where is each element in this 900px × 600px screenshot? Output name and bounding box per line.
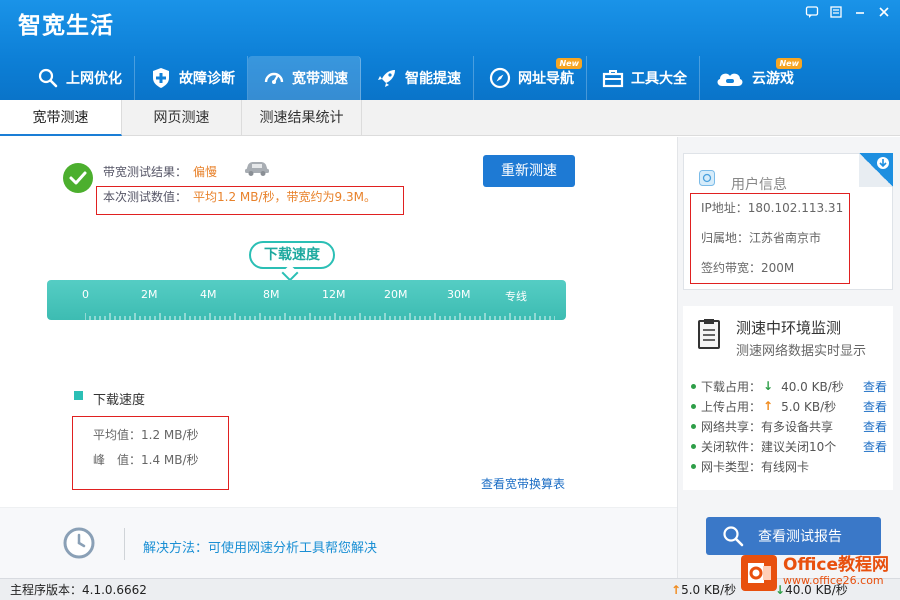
minimize-icon[interactable] [852, 5, 868, 21]
clipboard-icon [697, 318, 721, 350]
status-dot [691, 383, 696, 389]
nav-item-label: 宽带测速 [292, 71, 348, 87]
corner-fold [859, 153, 893, 187]
view-link[interactable]: 查看 [863, 398, 887, 415]
version-text: 主程序版本：4.1.0.6662 [10, 583, 147, 597]
legend-label: 下载速度 [93, 393, 146, 408]
env-row-label: 网络共享：有多设备共享 [701, 419, 834, 434]
nav-item-speedtest[interactable]: 宽带测速 [248, 56, 361, 100]
nav-item-diagnose[interactable]: 故障诊断 [135, 56, 248, 100]
rocket-icon [375, 66, 399, 90]
env-subtitle: 测速网络数据实时显示 [736, 344, 867, 359]
cloud-game-icon [714, 66, 746, 90]
user-info-icon [699, 170, 715, 186]
nav-item-tools[interactable]: 工具大全 [587, 56, 700, 100]
env-row-download: 下载占用： ↓ 40.0 KB/秒 查看 [691, 378, 887, 394]
compass-icon [488, 66, 512, 90]
nav-item-cloudgame[interactable]: 云游戏 New [700, 56, 806, 100]
shield-plus-icon [149, 66, 173, 90]
legend-swatch [74, 391, 83, 400]
car-icon [243, 159, 271, 177]
env-row-value: 5.0 KB/秒 [781, 399, 837, 414]
env-row-value: 40.0 KB/秒 [781, 379, 844, 394]
scale-label: 0 [82, 288, 89, 301]
view-report-label: 查看测试报告 [758, 529, 842, 545]
toolbox-icon [601, 66, 625, 90]
status-dot [691, 463, 696, 469]
download-icon [877, 157, 889, 169]
watermark-url: www.office26.com [783, 574, 884, 587]
result-label: 带宽测试结果： [103, 165, 188, 179]
new-badge: New [556, 58, 582, 69]
nav-item-boost[interactable]: 智能提速 [361, 56, 474, 100]
new-badge: New [776, 58, 802, 69]
nav-item-label: 网址导航 [518, 71, 574, 87]
view-link[interactable]: 查看 [863, 418, 887, 435]
office-logo-icon [741, 555, 777, 591]
search-icon [36, 66, 60, 90]
scale-label: 12M [322, 288, 346, 301]
subtab-strip: 宽带测速 网页测速 测速结果统计 [0, 100, 900, 136]
retest-button[interactable]: 重新测速 [483, 155, 575, 187]
menu-icon[interactable] [828, 5, 844, 21]
env-title: 测速中环境监测 [736, 319, 842, 337]
nav-item-label: 故障诊断 [179, 71, 235, 87]
search-icon [723, 526, 744, 547]
status-dot [691, 423, 696, 429]
nav-item-label: 工具大全 [631, 71, 687, 87]
arrow-up-icon: ↑ [763, 399, 774, 413]
check-icon [63, 163, 93, 193]
window-controls [804, 5, 892, 21]
result-value: 偏慢 [193, 165, 218, 179]
divider [124, 528, 125, 560]
nav-item-label: 智能提速 [405, 71, 461, 87]
speed-gauge-icon [262, 66, 286, 90]
status-dot [691, 443, 696, 449]
env-row-label: 上传占用： [701, 399, 762, 414]
main-nav: 上网优化 故障诊断 宽带测速 智能提速 网址导航 New 工具大全 云游戏 Ne… [22, 56, 806, 100]
scale-label: 20M [384, 288, 408, 301]
message-icon[interactable] [804, 5, 820, 21]
view-link[interactable]: 查看 [863, 378, 887, 395]
app-title: 智宽生活 [18, 13, 114, 39]
nav-item-optimize[interactable]: 上网优化 [22, 56, 135, 100]
user-info-title: 用户信息 [731, 177, 787, 193]
arrow-down-icon: ↓ [763, 379, 774, 393]
scale-label: 4M [200, 288, 217, 301]
tab-result-stats[interactable]: 测速结果统计 [242, 100, 362, 136]
env-row-nic: 网卡类型：有线网卡 [691, 458, 887, 474]
solution-text[interactable]: 解决方法：可使用网速分析工具帮您解决 [143, 537, 377, 556]
scale-label: 专线 [505, 290, 527, 303]
close-icon[interactable] [876, 5, 892, 21]
highlight-box-user [690, 193, 850, 284]
clock-icon [63, 527, 95, 559]
highlight-box-result [96, 186, 404, 215]
env-row-close-software: 关闭软件：建议关闭10个 查看 [691, 438, 887, 454]
tab-broadband-speedtest[interactable]: 宽带测速 [0, 100, 122, 136]
scale-label: 8M [263, 288, 280, 301]
arrow-up-icon: ↑ [671, 583, 682, 597]
env-row-upload: 上传占用： ↑ 5.0 KB/秒 查看 [691, 398, 887, 414]
status-dot [691, 403, 696, 409]
scale-label: 2M [141, 288, 158, 301]
conversion-table-link[interactable]: 查看宽带换算表 [481, 475, 565, 492]
env-row-label: 关闭软件：建议关闭10个 [701, 439, 837, 454]
nav-item-navigation[interactable]: 网址导航 New [474, 56, 587, 100]
watermark-title: Office教程网 [783, 555, 890, 575]
env-row-sharing: 网络共享：有多设备共享 查看 [691, 418, 887, 434]
tab-webpage-speedtest[interactable]: 网页测速 [122, 100, 242, 136]
scale-ticks [85, 313, 555, 321]
nav-item-label: 云游戏 [752, 71, 794, 87]
env-row-label: 网卡类型：有线网卡 [701, 459, 810, 474]
watermark: Office教程网 www.office26.com [741, 550, 896, 596]
scale-label: 30M [447, 288, 471, 301]
env-row-label: 下载占用： [701, 379, 762, 394]
view-link[interactable]: 查看 [863, 438, 887, 455]
status-upload: ↑5.0 KB/秒 [671, 581, 736, 598]
download-speed-bubble: 下载速度 [249, 241, 335, 269]
nav-item-label: 上网优化 [66, 71, 122, 87]
status-upload-value: 5.0 KB/秒 [681, 583, 737, 597]
highlight-box-stats [72, 416, 229, 490]
